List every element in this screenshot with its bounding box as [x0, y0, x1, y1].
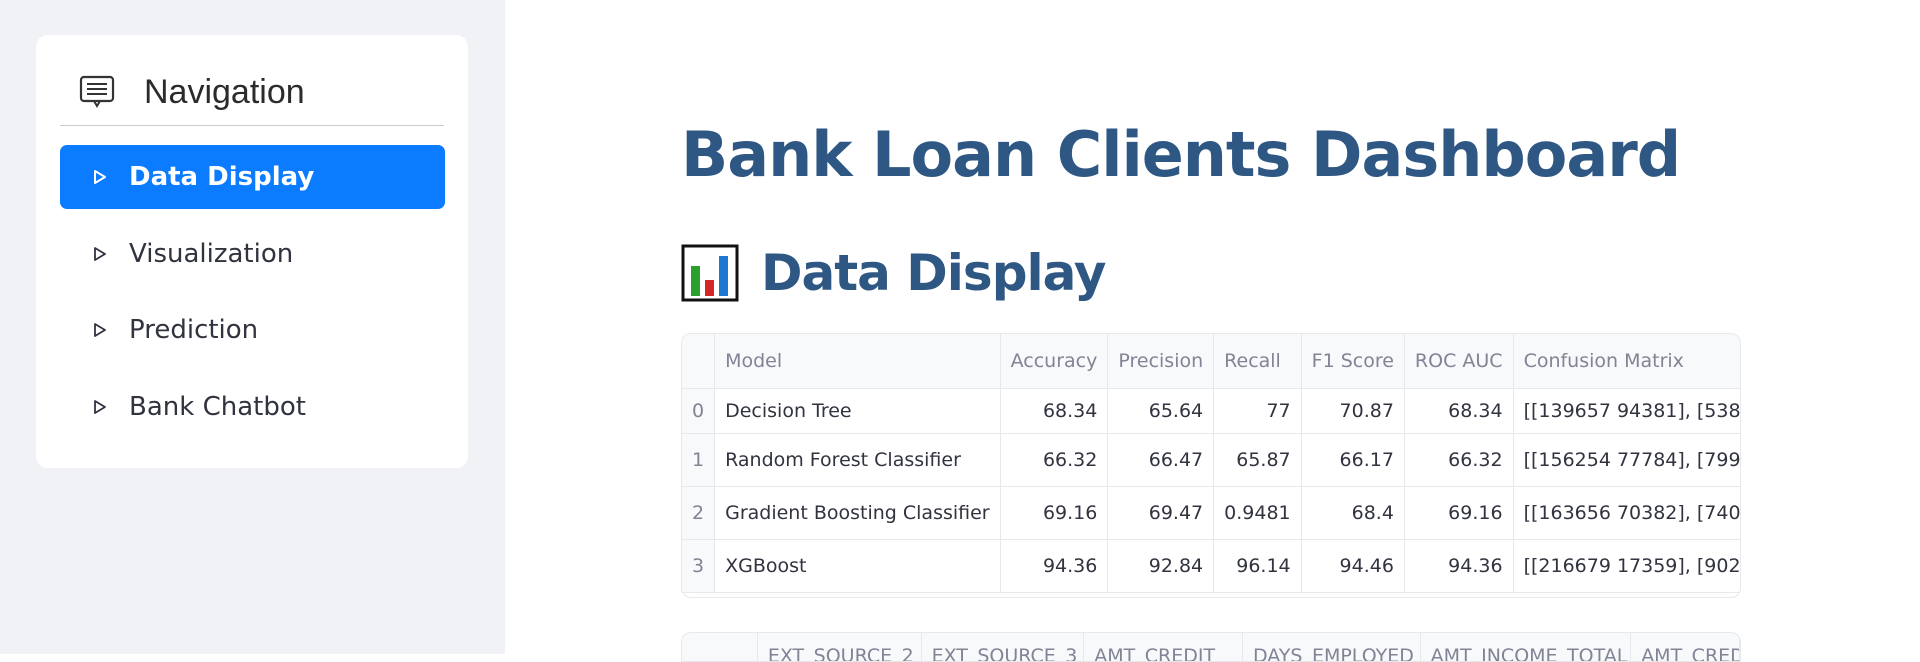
nav-item-label: Prediction [129, 315, 259, 345]
play-triangle-icon [89, 243, 111, 265]
table-cell[interactable]: [[156254 77784], [7991 [1513, 433, 1740, 487]
main-content: Bank Loan Clients Dashboard Data Display… [505, 0, 1920, 662]
column-header[interactable]: EXT_SOURCE_3 [922, 633, 1085, 661]
table-row: 0 Decision Tree 68.34 65.64 77 70.87 68.… [682, 388, 1740, 434]
column-header[interactable] [682, 633, 758, 661]
table-cell[interactable]: 68.34 [1000, 388, 1109, 434]
nav-item-visualization[interactable]: Visualization [60, 222, 445, 286]
nav-item-label: Data Display [129, 162, 315, 192]
models-dataframe[interactable]: Model Accuracy Precision Recall F1 Score… [681, 333, 1741, 598]
column-header[interactable]: Accuracy [1000, 334, 1109, 389]
column-header[interactable]: DAYS_EMPLOYED [1243, 633, 1421, 661]
section-title: Data Display [761, 244, 1106, 302]
column-header[interactable]: F1 Score [1301, 334, 1405, 389]
table-cell[interactable]: 96.14 [1213, 539, 1302, 593]
table-cell[interactable]: 69.16 [1000, 486, 1109, 540]
column-header[interactable]: Confusion Matrix [1513, 334, 1740, 389]
column-header[interactable]: AMT_INCOME_TOTAL [1421, 633, 1632, 661]
table-cell[interactable]: 66.32 [1404, 433, 1514, 487]
table-cell[interactable]: 69.47 [1107, 486, 1215, 540]
column-header[interactable]: Model [714, 334, 1001, 389]
navigation-menu: Navigation Data Display Visualization Pr… [36, 35, 468, 468]
table-cell[interactable]: 68.4 [1301, 486, 1405, 540]
column-header[interactable]: Precision [1107, 334, 1215, 389]
column-header[interactable]: AMT_CREDIT [1084, 633, 1243, 661]
row-index[interactable]: 1 [682, 433, 716, 487]
table-cell[interactable]: 68.34 [1404, 388, 1514, 434]
row-index[interactable]: 2 [682, 486, 716, 540]
play-triangle-icon [89, 396, 111, 418]
table-cell[interactable]: 69.16 [1404, 486, 1514, 540]
table-cell[interactable]: Random Forest Classifier [714, 433, 1001, 487]
section-heading: Data Display [681, 244, 1106, 302]
table-row: 3 XGBoost 94.36 92.84 96.14 94.46 94.36 … [682, 539, 1740, 593]
play-triangle-icon [89, 166, 111, 188]
table-row: 1 Random Forest Classifier 66.32 66.47 6… [682, 433, 1740, 487]
table-cell[interactable]: 70.87 [1301, 388, 1405, 434]
table-header-row: Model Accuracy Precision Recall F1 Score… [682, 334, 1740, 389]
table-cell[interactable]: 94.36 [1000, 539, 1109, 593]
table-cell[interactable]: 94.46 [1301, 539, 1405, 593]
nav-item-data-display[interactable]: Data Display [60, 145, 445, 209]
table-cell[interactable]: 66.47 [1107, 433, 1215, 487]
column-header[interactable]: AMT_CRED [1631, 633, 1740, 661]
row-index[interactable]: 3 [682, 539, 716, 593]
bar-chart-icon [681, 244, 739, 302]
table-cell[interactable]: 92.84 [1107, 539, 1215, 593]
column-header[interactable]: EXT_SOURCE_2 [758, 633, 922, 661]
table-cell[interactable]: 66.17 [1301, 433, 1405, 487]
nav-item-label: Visualization [129, 239, 294, 269]
column-header[interactable]: Recall [1213, 334, 1302, 389]
play-triangle-icon [89, 319, 111, 341]
table-cell[interactable]: [[139657 94381], [5385 [1513, 388, 1740, 434]
features-dataframe[interactable]: EXT_SOURCE_2 EXT_SOURCE_3 AMT_CREDIT DAY… [681, 632, 1741, 662]
nav-item-label: Bank Chatbot [129, 392, 306, 422]
table-cell[interactable]: XGBoost [714, 539, 1001, 593]
table-cell[interactable]: Decision Tree [714, 388, 1001, 434]
table-cell[interactable]: 0.9481 [1213, 486, 1302, 540]
table-cell[interactable]: [[163656 70382], [7400 [1513, 486, 1740, 540]
column-header[interactable]: ROC AUC [1404, 334, 1514, 389]
navigation-header: Navigation [60, 59, 444, 126]
nav-item-bank-chatbot[interactable]: Bank Chatbot [60, 375, 445, 439]
table-cell[interactable]: Gradient Boosting Classifier [714, 486, 1001, 540]
column-header[interactable] [682, 334, 716, 389]
row-index[interactable]: 0 [682, 388, 716, 434]
table-cell[interactable]: 77 [1213, 388, 1302, 434]
table-cell[interactable]: [[216679 17359], [9029 [1513, 539, 1740, 593]
menu-list-icon [76, 71, 118, 113]
table-cell[interactable]: 65.64 [1107, 388, 1215, 434]
navigation-title: Navigation [144, 72, 305, 111]
sidebar: Navigation Data Display Visualization Pr… [0, 0, 505, 654]
page-title: Bank Loan Clients Dashboard [681, 118, 1681, 191]
nav-item-prediction[interactable]: Prediction [60, 298, 445, 362]
table-row: 2 Gradient Boosting Classifier 69.16 69.… [682, 486, 1740, 540]
table-cell[interactable]: 66.32 [1000, 433, 1109, 487]
table-cell[interactable]: 65.87 [1213, 433, 1302, 487]
table-cell[interactable]: 94.36 [1404, 539, 1514, 593]
